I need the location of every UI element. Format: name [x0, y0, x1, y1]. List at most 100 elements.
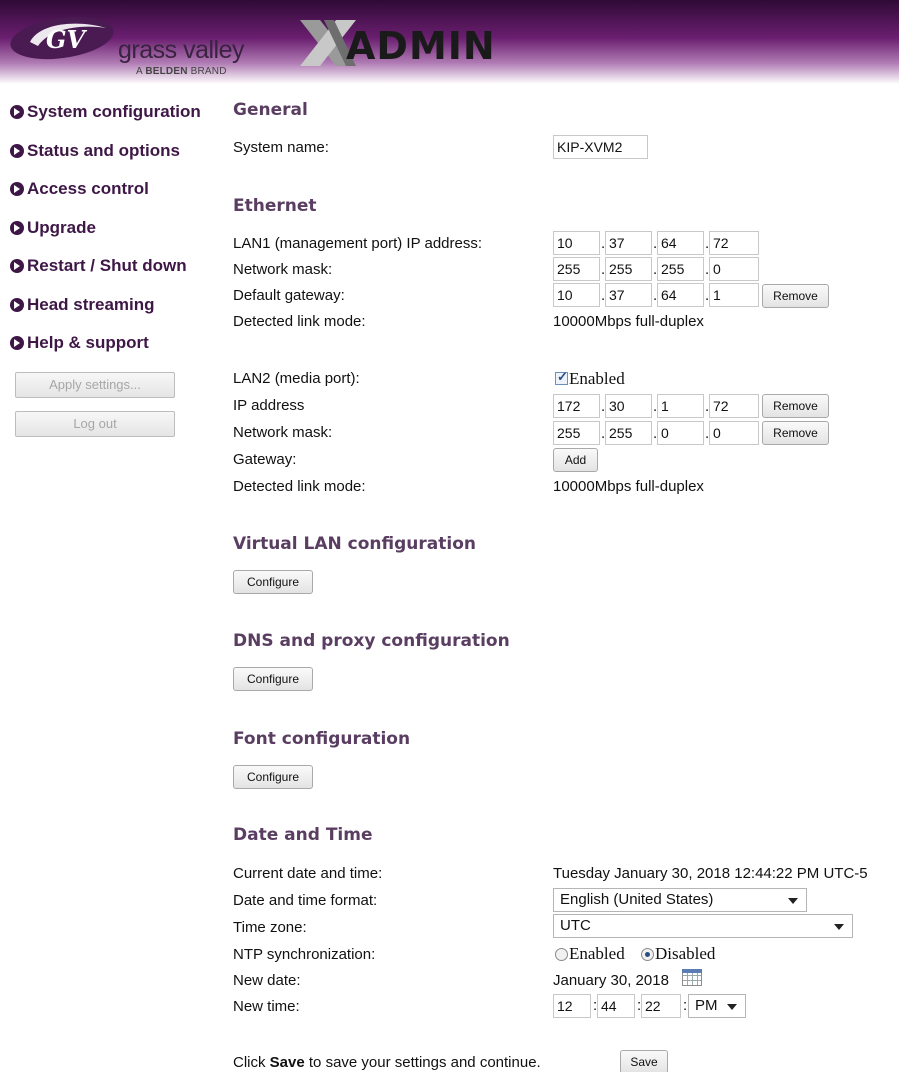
lan1-gateway-octet-4[interactable]: 1 [709, 283, 759, 307]
sidebar-item-status-and-options[interactable]: Status and options [10, 137, 180, 165]
app-title: ADMIN [346, 24, 496, 68]
save-button[interactable]: Save [620, 1050, 668, 1072]
chevron-right-circle-icon [10, 182, 24, 196]
sidebar-item-restart-shut-down[interactable]: Restart / Shut down [10, 252, 187, 280]
hour-field[interactable]: 12 [553, 994, 591, 1018]
logo-tagline: A BELDEN BRAND [136, 66, 227, 77]
grass-valley-logo: GV grass valley A BELDEN BRAND [10, 14, 250, 78]
lan2-link-mode-label: Detected link mode: [233, 478, 366, 495]
font-configure-button[interactable]: Configure [233, 765, 313, 789]
section-title-font: Font configuration [233, 729, 411, 749]
remove-lan2-mask-button[interactable]: Remove [762, 421, 829, 445]
chevron-right-circle-icon [10, 298, 24, 312]
time-zone-select[interactable]: UTC [553, 914, 853, 938]
lan1-link-mode-label: Detected link mode: [233, 313, 366, 330]
ntp-enabled-radio[interactable] [555, 948, 568, 961]
time-zone-label: Time zone: [233, 919, 307, 936]
chevron-right-circle-icon [10, 259, 24, 273]
lan1-ip-octet-4[interactable]: 72 [709, 231, 759, 255]
datetime-format-select[interactable]: English (United States) [553, 888, 807, 912]
chevron-down-icon [788, 898, 798, 904]
lan1-ip-octet-2[interactable]: 37 [605, 231, 652, 255]
lan2-mask-octet-2[interactable]: 255 [605, 421, 652, 445]
lan1-gateway-octet-2[interactable]: 37 [605, 283, 652, 307]
header-banner: GV grass valley A BELDEN BRAND ADMIN [0, 0, 899, 84]
log-out-button[interactable]: Log out [15, 411, 175, 437]
lan2-ip-octet-4[interactable]: 72 [709, 394, 759, 418]
lan2-mask-octet-3[interactable]: 0 [657, 421, 704, 445]
minute-field[interactable]: 44 [597, 994, 635, 1018]
chevron-right-circle-icon [10, 221, 24, 235]
sidebar-item-label: Access control [27, 179, 149, 198]
save-hint-bold: Save [269, 1054, 305, 1071]
lan2-label: LAN2 (media port): [233, 370, 360, 387]
vlan-configure-button[interactable]: Configure [233, 570, 313, 594]
lan1-ip-octet-3[interactable]: 64 [657, 231, 704, 255]
lan1-mask-octet-3[interactable]: 255 [657, 257, 704, 281]
calendar-icon[interactable] [682, 969, 702, 986]
lan1-link-mode-value: 10000Mbps full-duplex [553, 313, 704, 330]
second-field[interactable]: 22 [641, 994, 681, 1018]
lan2-ip-octet-3[interactable]: 1 [657, 394, 704, 418]
sidebar-item-access-control[interactable]: Access control [10, 175, 149, 203]
section-title-ethernet: Ethernet [233, 196, 317, 216]
section-title-vlan: Virtual LAN configuration [233, 534, 476, 554]
sidebar-item-label: System configuration [27, 102, 201, 121]
ntp-disabled-radio[interactable] [641, 948, 654, 961]
ampm-select[interactable]: PM [688, 994, 746, 1018]
dns-configure-button[interactable]: Configure [233, 667, 313, 691]
lan2-mask-octet-1[interactable]: 255 [553, 421, 600, 445]
add-gateway-button[interactable]: Add [553, 448, 598, 472]
section-title-date-time: Date and Time [233, 825, 373, 845]
lan2-mask-label: Network mask: [233, 424, 333, 441]
sidebar-item-help-support[interactable]: Help & support [10, 329, 149, 357]
remove-gateway-button[interactable]: Remove [762, 284, 829, 308]
datetime-format-label: Date and time format: [233, 892, 378, 909]
time-zone-value: UTC [560, 917, 591, 934]
lan1-mask-octet-2[interactable]: 255 [605, 257, 652, 281]
new-date-value[interactable]: January 30, 2018 [553, 972, 669, 989]
lan2-ip-octet-1[interactable]: 172 [553, 394, 600, 418]
sidebar-item-label: Status and options [27, 141, 180, 160]
ntp-label: NTP synchronization: [233, 946, 376, 963]
lan2-mask-octet-4[interactable]: 0 [709, 421, 759, 445]
sidebar-item-label: Head streaming [27, 295, 155, 314]
svg-text:GV: GV [46, 25, 87, 54]
lan2-link-mode-value: 10000Mbps full-duplex [553, 478, 704, 495]
lan2-ip-octet-2[interactable]: 30 [605, 394, 652, 418]
lan1-gateway-octet-3[interactable]: 64 [657, 283, 704, 307]
lan1-gateway-octet-1[interactable]: 10 [553, 283, 600, 307]
new-date-label: New date: [233, 972, 301, 989]
lan2-enabled-checkbox[interactable] [555, 369, 568, 385]
ntp-enabled-label: Enabled [569, 944, 625, 963]
current-datetime-label: Current date and time: [233, 865, 383, 882]
lan1-mask-octet-1[interactable]: 255 [553, 257, 600, 281]
section-title-general: General [233, 100, 308, 120]
lan2-enabled-label: Enabled [569, 369, 625, 388]
sidebar-item-label: Restart / Shut down [27, 256, 187, 275]
sidebar-item-head-streaming[interactable]: Head streaming [10, 291, 155, 319]
lan1-gateway-label: Default gateway: [233, 287, 345, 304]
chevron-down-icon [727, 1004, 737, 1010]
save-hint-text: Click Save to save your settings and con… [233, 1054, 541, 1071]
logo-wordmark: grass valley [118, 36, 245, 64]
remove-lan2-ip-button[interactable]: Remove [762, 394, 829, 418]
sidebar-item-system-configuration[interactable]: System configuration [10, 98, 201, 126]
lan1-mask-label: Network mask: [233, 261, 333, 278]
sidebar-item-upgrade[interactable]: Upgrade [10, 214, 96, 242]
time-separator: : [683, 997, 688, 1014]
section-title-dns: DNS and proxy configuration [233, 631, 510, 651]
apply-settings-button[interactable]: Apply settings... [15, 372, 175, 398]
sidebar-item-label: Help & support [27, 333, 149, 352]
lan1-ip-octet-1[interactable]: 10 [553, 231, 600, 255]
chevron-right-circle-icon [10, 105, 24, 119]
new-time-label: New time: [233, 998, 300, 1015]
lan1-ip-label: LAN1 (management port) IP address: [233, 235, 483, 252]
datetime-format-value: English (United States) [560, 891, 714, 908]
gv-swoosh-icon: GV [10, 16, 114, 60]
lan1-mask-octet-4[interactable]: 0 [709, 257, 759, 281]
system-name-label: System name: [233, 139, 329, 156]
ntp-disabled-label: Disabled [655, 944, 716, 963]
system-name-field[interactable]: KIP-XVM2 [553, 135, 648, 159]
chevron-right-circle-icon [10, 144, 24, 158]
